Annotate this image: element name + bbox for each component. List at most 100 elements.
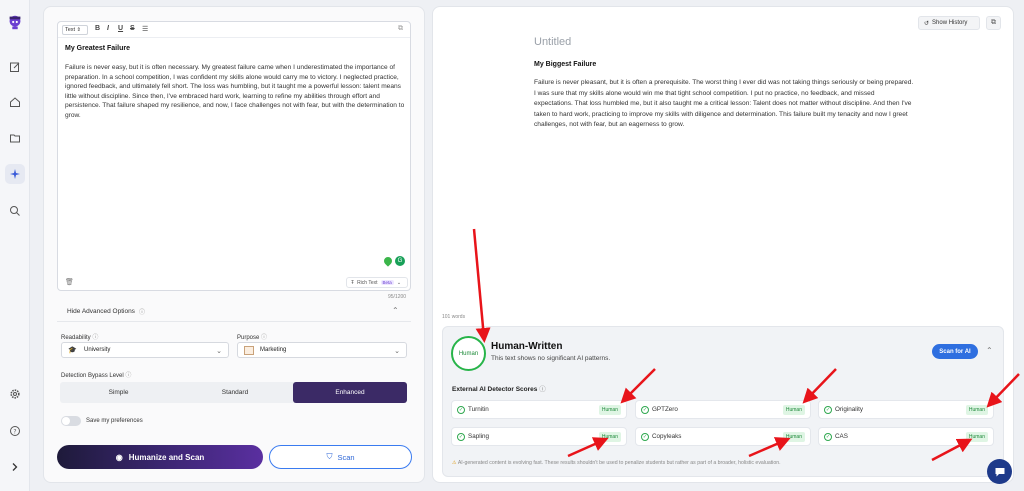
- bold-icon[interactable]: B: [95, 25, 100, 32]
- list-icon[interactable]: ☰: [142, 25, 148, 33]
- folder-icon[interactable]: [5, 128, 25, 148]
- purpose-select[interactable]: Marketing ⌄: [237, 342, 407, 358]
- output-heading: My Biggest Failure: [534, 61, 597, 68]
- copy-icon: ⧉: [991, 19, 996, 26]
- check-icon: ✓: [457, 406, 465, 414]
- save-preferences-label: Save my preferences: [86, 418, 143, 424]
- readability-select[interactable]: 🎓 University ⌄: [61, 342, 229, 358]
- detector-card-cas: ✓ CAS Human: [818, 427, 994, 446]
- chevron-up-icon[interactable]: ⌃: [986, 346, 993, 355]
- check-icon: ✓: [824, 433, 832, 441]
- editor-title: My Greatest Failure: [65, 45, 130, 52]
- editor-body[interactable]: Failure is never easy, but it is often n…: [65, 63, 405, 120]
- document-title[interactable]: Untitled: [534, 36, 571, 48]
- detector-score-badge: Human: [782, 432, 805, 442]
- strikethrough-icon[interactable]: S: [130, 25, 135, 32]
- sparkle-icon[interactable]: [5, 164, 25, 184]
- sidebar: ?: [0, 0, 30, 491]
- text-style-select[interactable]: Text ⇕: [62, 25, 88, 35]
- check-icon: ✓: [641, 406, 649, 414]
- logo-icon[interactable]: [5, 12, 25, 32]
- result-description: This text shows no significant AI patter…: [491, 355, 611, 362]
- word-count: 101 words: [442, 314, 466, 320]
- purpose-label: Purpose ⓘ: [237, 335, 268, 341]
- copy-icon[interactable]: ⧉: [398, 25, 403, 33]
- detectors-title: External AI Detector Scores ⓘ: [452, 386, 546, 393]
- rich-text-icon: Ŧ: [351, 279, 355, 286]
- check-icon: ✓: [824, 406, 832, 414]
- level-enhanced[interactable]: Enhanced: [293, 382, 407, 403]
- chevron-down-icon: ⌄: [396, 279, 402, 286]
- detector-score-badge: Human: [598, 432, 621, 442]
- scan-button[interactable]: ⛉ Scan: [269, 445, 412, 469]
- chevron-down-icon: ⌄: [394, 348, 400, 355]
- marketing-icon: [244, 346, 254, 355]
- history-icon: ↺: [924, 20, 930, 27]
- detector-card-sapling: ✓ Sapling Human: [451, 427, 627, 446]
- grammarly-icon[interactable]: G: [395, 256, 405, 266]
- detector-name: Sapling: [468, 433, 490, 440]
- detector-name: Turnitin: [468, 406, 489, 413]
- detector-card-turnitin: ✓ Turnitin Human: [451, 400, 627, 419]
- save-preferences-toggle[interactable]: [61, 416, 81, 426]
- warning-icon: ⚠: [452, 460, 457, 466]
- detector-score-badge: Human: [598, 405, 621, 415]
- char-count: 95/1200: [388, 294, 407, 300]
- bypass-level-label: Detection Bypass Level ⓘ: [61, 373, 132, 379]
- advanced-options-toggle[interactable]: Hide Advanced Options ⓘ ⌃: [57, 302, 411, 322]
- humanize-and-scan-button[interactable]: ◉ Humanize and Scan: [57, 445, 263, 469]
- detector-name: Copyleaks: [652, 433, 682, 440]
- detector-card-gptzero: ✓ GPTZero Human: [635, 400, 811, 419]
- expand-icon[interactable]: [5, 457, 25, 477]
- search-icon[interactable]: [5, 201, 25, 221]
- purpose-value: Marketing: [260, 347, 287, 353]
- readability-label: Readability ⓘ: [61, 335, 99, 341]
- level-standard[interactable]: Standard: [177, 382, 293, 403]
- disclaimer-text: AI-generated content is evolving fast. T…: [457, 460, 781, 466]
- svg-text:?: ?: [13, 428, 16, 435]
- beta-badge: Beta: [380, 280, 394, 285]
- copy-output-button[interactable]: ⧉: [986, 16, 1001, 30]
- edit-icon[interactable]: [5, 57, 25, 77]
- shield-icon: ⛉: [326, 452, 333, 461]
- show-history-button[interactable]: ↺ Show History: [918, 16, 980, 30]
- humanize-icon: ◉: [115, 452, 123, 462]
- output-body[interactable]: Failure is never pleasant, but it is oft…: [534, 78, 914, 131]
- rich-text-toggle[interactable]: Ŧ Rich Text Beta ⌄: [346, 277, 408, 288]
- check-icon: ✓: [457, 433, 465, 441]
- check-icon: ✓: [641, 433, 649, 441]
- scan-for-ai-button[interactable]: Scan for AI: [932, 344, 978, 359]
- result-title: Human-Written: [491, 341, 563, 352]
- chat-icon: [995, 467, 1004, 476]
- human-score-badge: Human: [451, 336, 486, 371]
- bypass-level-selector: Simple Standard Enhanced: [60, 382, 407, 403]
- humanize-label: Humanize and Scan: [128, 452, 205, 462]
- settings-icon[interactable]: [5, 384, 25, 404]
- underline-icon[interactable]: U: [118, 25, 123, 32]
- show-history-label: Show History: [932, 20, 968, 26]
- trash-icon[interactable]: 🗑: [65, 278, 74, 286]
- home-icon[interactable]: [5, 92, 25, 112]
- italic-icon[interactable]: I: [107, 25, 109, 32]
- rich-text-label: Rich Text: [357, 279, 378, 286]
- detector-card-originality: ✓ Originality Human: [818, 400, 994, 419]
- pin-icon: [382, 255, 394, 267]
- chat-button[interactable]: [987, 459, 1012, 484]
- detector-score-badge: Human: [965, 432, 988, 442]
- detector-card-copyleaks: ✓ Copyleaks Human: [635, 427, 811, 446]
- detector-name: GPTZero: [652, 406, 678, 413]
- chevron-up-icon: ⌃: [392, 306, 399, 315]
- editor-toolbar: Text ⇕ B I U S ☰ ⧉: [58, 22, 410, 38]
- chevron-down-icon: ⌄: [216, 348, 222, 355]
- text-style-value: Text: [65, 27, 76, 33]
- help-icon[interactable]: ?: [5, 421, 25, 441]
- scan-label: Scan: [337, 452, 355, 462]
- level-simple[interactable]: Simple: [60, 382, 177, 403]
- info-icon: ⓘ: [139, 310, 146, 316]
- detector-score-badge: Human: [782, 405, 805, 415]
- text-editor[interactable]: Text ⇕ B I U S ☰ ⧉ My Greatest Failure F…: [57, 21, 411, 291]
- detector-score-badge: Human: [965, 405, 988, 415]
- detector-name: Originality: [835, 406, 863, 413]
- disclaimer: ⚠ AI-generated content is evolving fast.…: [452, 460, 781, 466]
- graduation-cap-icon: 🎓: [68, 347, 77, 354]
